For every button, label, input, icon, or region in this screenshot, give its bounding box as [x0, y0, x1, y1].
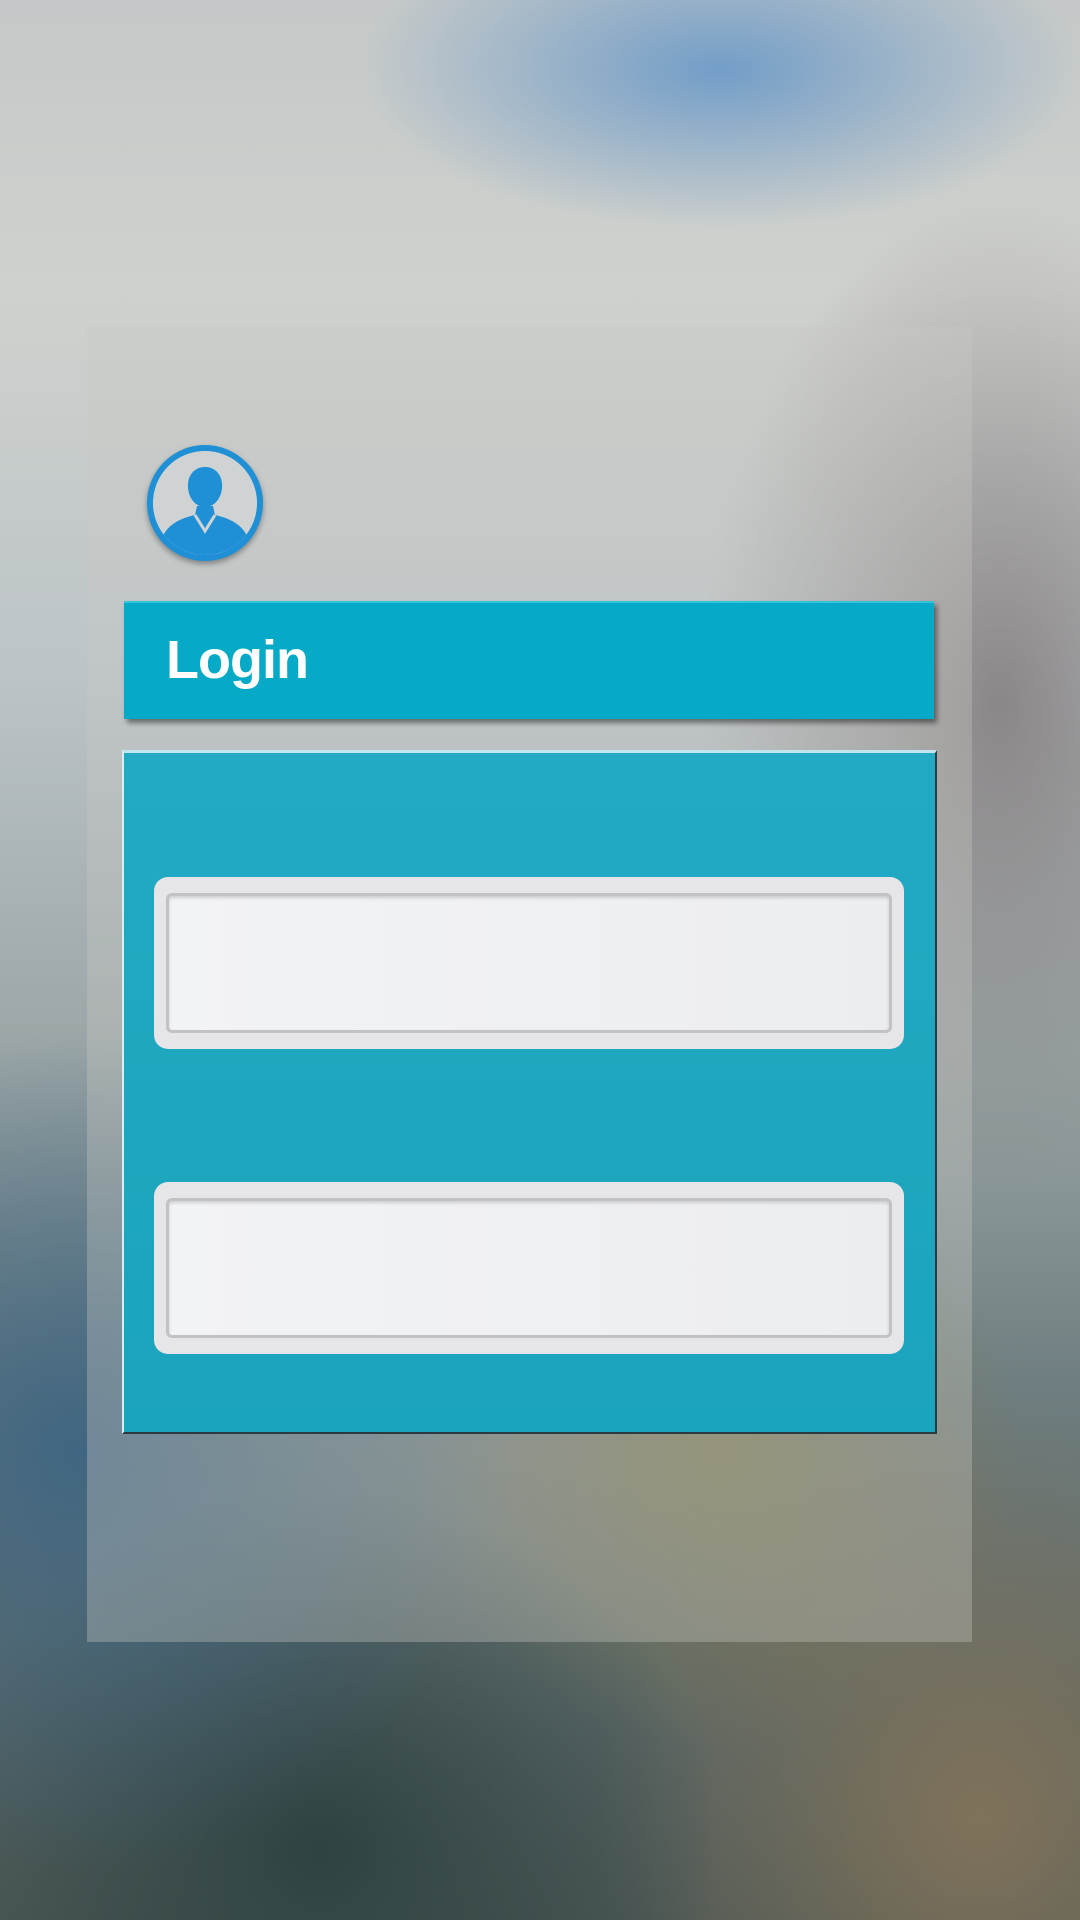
login-screen: Login: [0, 0, 1080, 1920]
password-field-frame: [154, 1182, 904, 1354]
user-avatar-icon: [147, 445, 263, 561]
username-field-frame: [154, 877, 904, 1049]
login-form-card: [122, 750, 937, 1434]
login-title: Login: [166, 630, 309, 690]
login-header-bar: Login: [124, 601, 934, 719]
username-input[interactable]: [166, 893, 892, 1033]
password-input[interactable]: [166, 1198, 892, 1338]
user-silhouette-icon: [153, 451, 257, 555]
